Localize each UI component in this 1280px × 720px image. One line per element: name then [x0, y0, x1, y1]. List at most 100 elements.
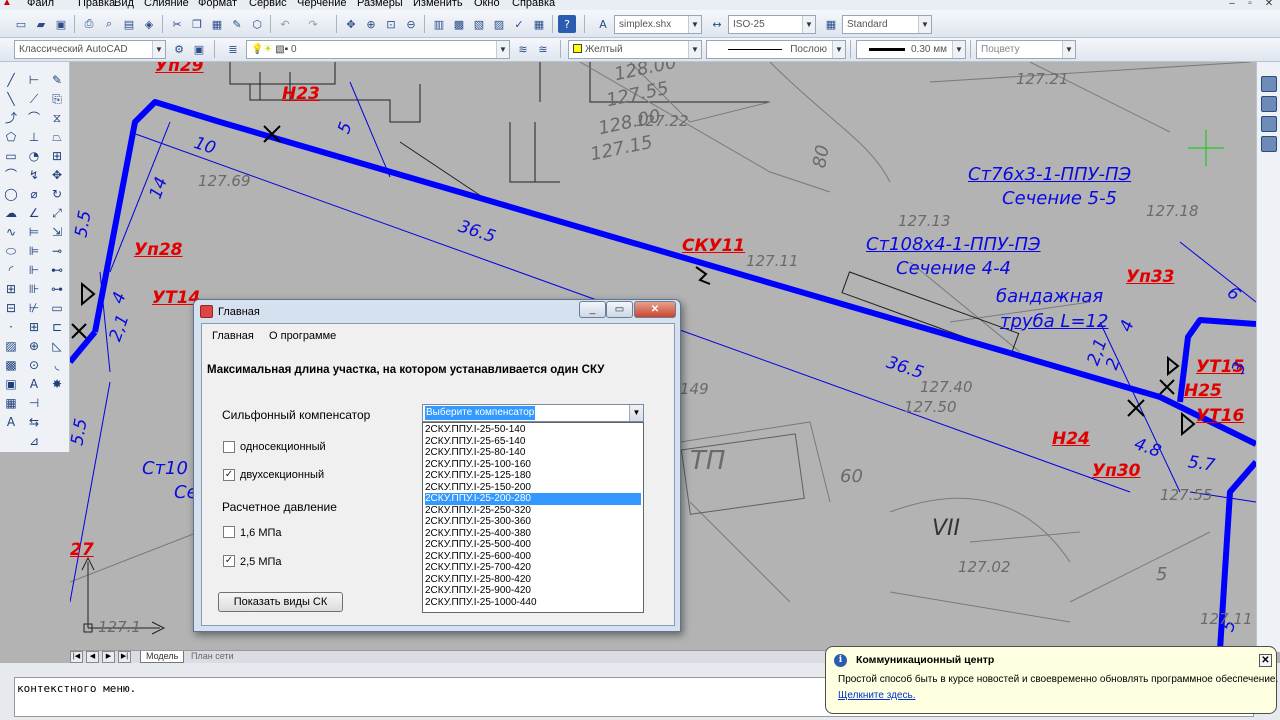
table-style-select[interactable]: Standard ▼	[842, 15, 932, 34]
workspace-settings-icon[interactable]: ⚙	[170, 40, 188, 58]
point-icon[interactable]: ·	[2, 319, 20, 336]
array-icon[interactable]: ⊞	[48, 148, 66, 165]
dim-angular-icon[interactable]: ∠	[25, 205, 43, 222]
dim-style-icon-2[interactable]: ⊿	[25, 433, 43, 450]
redo-icon[interactable]: ↷	[304, 15, 322, 33]
compensator-option[interactable]: 2СКУ.ППУ.I-25-100-160	[425, 459, 641, 471]
ellipse-icon[interactable]: ⬭	[2, 243, 20, 260]
region-icon[interactable]: ▣	[2, 376, 20, 393]
break-at-point-icon[interactable]: ⊶	[48, 281, 66, 298]
menu-dimension[interactable]: Размеры	[357, 0, 403, 9]
dim-radius-icon[interactable]: ◔	[25, 148, 43, 165]
compensator-option[interactable]: 2СКУ.ППУ.I-25-125-180	[425, 470, 641, 482]
ortho-view-icon[interactable]	[1261, 76, 1277, 92]
dim-break-icon[interactable]: ⊬	[25, 300, 43, 317]
compensator-option[interactable]: 2СКУ.ППУ.I-25-65-140	[425, 436, 641, 448]
make-object-layer-current-icon[interactable]: ≋	[514, 40, 532, 58]
dim-edit-icon[interactable]: A	[25, 376, 43, 393]
app-minimize-icon[interactable]: –	[1225, 0, 1239, 9]
dialog-titlebar[interactable]: Главная _ ▭ ✕	[194, 300, 680, 323]
dim-linear-icon[interactable]: ⊢	[25, 72, 43, 89]
tool-palettes-icon[interactable]: ▧	[470, 15, 488, 33]
rectangle-icon[interactable]: ▭	[2, 148, 20, 165]
mirror-icon[interactable]: ⧖	[48, 110, 66, 127]
join-icon[interactable]: ⊏	[48, 319, 66, 336]
tolerance-icon[interactable]: ⊞	[25, 319, 43, 336]
compensator-option[interactable]: 2СКУ.ППУ.I-25-150-200	[425, 482, 641, 494]
properties-icon[interactable]: ▥	[430, 15, 448, 33]
balloon-close-button[interactable]: ✕	[1259, 654, 1272, 667]
dim-jogged-icon[interactable]: ↯	[25, 167, 43, 184]
block-editor-icon[interactable]: ⬡	[248, 15, 266, 33]
polygon-icon[interactable]: ⬠	[2, 129, 20, 146]
chamfer-icon[interactable]: ◺	[48, 338, 66, 355]
prev-tab-icon[interactable]: ◀	[86, 651, 99, 663]
paste-icon[interactable]: ▦	[208, 15, 226, 33]
tab-plan[interactable]: План сети	[186, 651, 239, 663]
zoom-window-icon[interactable]: ⊡	[382, 15, 400, 33]
dim-continue-icon[interactable]: ⊩	[25, 262, 43, 279]
dim-style-icon[interactable]: ↔	[708, 15, 726, 33]
polyline-icon[interactable]: ⤴	[2, 110, 20, 127]
pressure-2-5-checkbox[interactable]: ✓	[223, 555, 235, 567]
next-tab-icon[interactable]: ▶	[102, 651, 115, 663]
dim-baseline-icon[interactable]: ⊫	[25, 243, 43, 260]
copy-object-icon[interactable]: ⎘	[48, 91, 66, 108]
dim-text-edit-icon[interactable]: ⊣	[25, 395, 43, 412]
app-icon[interactable]: ▲	[2, 0, 16, 9]
zoom-previous-icon[interactable]: ⊖	[402, 15, 420, 33]
publish-icon[interactable]: ▤	[120, 15, 138, 33]
table-icon[interactable]: ▦	[2, 395, 20, 412]
stretch-icon[interactable]: ⇲	[48, 224, 66, 241]
compensator-select[interactable]: Выберите компенсатор ▼	[422, 404, 644, 422]
first-tab-icon[interactable]: |◀	[70, 651, 83, 663]
insert-block-icon[interactable]: ⊞	[2, 281, 20, 298]
inspect-icon[interactable]: ⊙	[25, 357, 43, 374]
color-select[interactable]: Желтый ▼	[568, 40, 702, 59]
chevron-down-icon[interactable]: ▼	[629, 405, 643, 421]
explode-icon[interactable]: ✸	[48, 376, 66, 393]
compensator-options-list[interactable]: 2СКУ.ППУ.I-25-50-140 2СКУ.ППУ.I-25-65-140…	[422, 422, 644, 613]
spline-icon[interactable]: ∿	[2, 224, 20, 241]
text-style-select[interactable]: simplex.shx ▼	[614, 15, 702, 34]
view-top-icon[interactable]	[1261, 96, 1277, 112]
linetype-select[interactable]: Послою ▼	[706, 40, 846, 59]
cut-icon[interactable]: ✂	[168, 15, 186, 33]
pan-icon[interactable]: ✥	[342, 15, 360, 33]
last-tab-icon[interactable]: ▶|	[118, 651, 131, 663]
tab-model[interactable]: Модель	[140, 651, 185, 663]
compensator-option[interactable]: 2СКУ.ППУ.I-25-1000-440	[425, 597, 641, 609]
move-icon[interactable]: ✥	[48, 167, 66, 184]
plotstyle-select[interactable]: Поцвету ▼	[976, 40, 1076, 59]
mtext-icon[interactable]: A	[2, 414, 20, 431]
markup-icon[interactable]: ✓	[510, 15, 528, 33]
quick-dim-icon[interactable]: ⊨	[25, 224, 43, 241]
view-front-icon[interactable]	[1261, 116, 1277, 132]
construction-line-icon[interactable]: ╲	[2, 91, 20, 108]
compensator-option[interactable]: 2СКУ.ППУ.I-25-500-400	[425, 539, 641, 551]
layer-previous-icon[interactable]: ≊	[534, 40, 552, 58]
trim-icon[interactable]: ⊸	[48, 243, 66, 260]
dialog-menu-about[interactable]: О программе	[269, 330, 336, 342]
dim-arc-icon[interactable]: ⌒	[25, 110, 43, 127]
erase-icon[interactable]: ✎	[48, 72, 66, 89]
compensator-option[interactable]: 2СКУ.ППУ.I-25-900-420	[425, 585, 641, 597]
minimize-button[interactable]: _	[579, 301, 606, 318]
zoom-realtime-icon[interactable]: ⊕	[362, 15, 380, 33]
close-button[interactable]: ✕	[634, 301, 676, 318]
undo-icon[interactable]: ↶	[276, 15, 294, 33]
dialog-menu-main[interactable]: Главная	[212, 330, 254, 342]
compensator-option[interactable]: 2СКУ.ППУ.I-25-50-140	[425, 424, 641, 436]
plot-preview-icon[interactable]: ⌕	[100, 15, 118, 33]
break-icon[interactable]: ▭	[48, 300, 66, 317]
dim-aligned-icon[interactable]: ⟋	[25, 91, 43, 108]
extend-icon[interactable]: ⊷	[48, 262, 66, 279]
center-mark-icon[interactable]: ⊕	[25, 338, 43, 355]
layer-select[interactable]: 💡☀ ▧▪ 0 ▼	[246, 40, 510, 59]
make-block-icon[interactable]: ⊟	[2, 300, 20, 317]
menu-view[interactable]: Вид	[114, 0, 134, 9]
app-close-icon[interactable]: ✕	[1262, 0, 1276, 9]
single-section-checkbox[interactable]	[223, 441, 235, 453]
view-iso-icon[interactable]	[1261, 136, 1277, 152]
offset-icon[interactable]: ⏢	[48, 129, 66, 146]
